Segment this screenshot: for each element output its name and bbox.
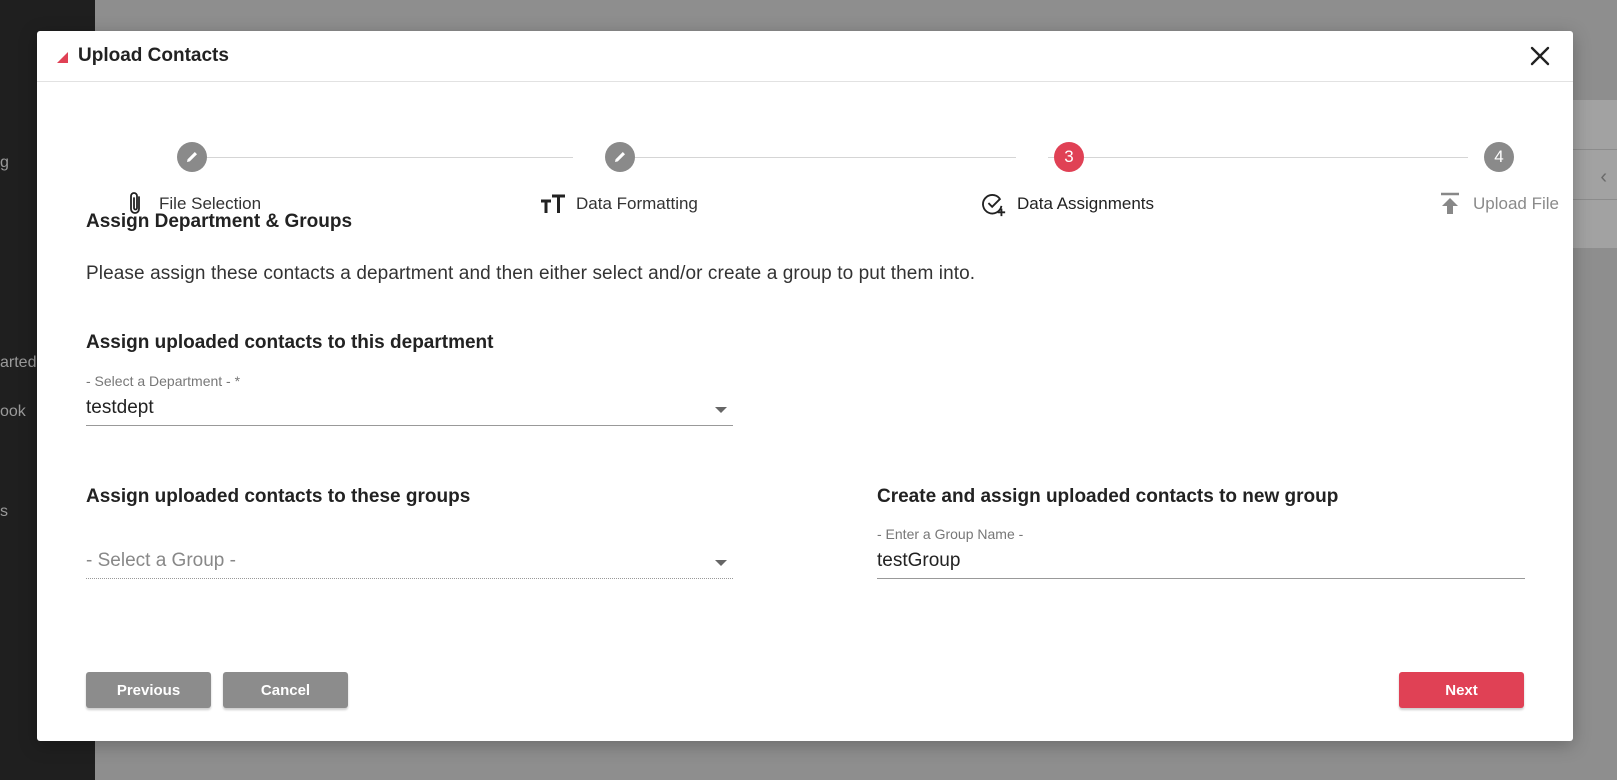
- group-name-label: - Enter a Group Name -: [877, 526, 1024, 542]
- step-marker-file-selection[interactable]: [177, 142, 207, 172]
- background-sidebar-text: s: [0, 503, 8, 520]
- section-heading: Assign Department & Groups: [86, 211, 353, 232]
- previous-button[interactable]: Previous: [86, 672, 211, 708]
- text-size-icon: [540, 191, 566, 217]
- background-sidebar-text: ook: [0, 403, 26, 420]
- step-label-text: Upload File: [1473, 194, 1559, 213]
- chevron-down-icon: [715, 560, 727, 566]
- step-connector: [178, 157, 573, 158]
- step-label-text: Data Formatting: [576, 194, 698, 213]
- step-marker-data-assignments[interactable]: 3: [1054, 142, 1084, 172]
- cancel-button[interactable]: Cancel: [223, 672, 348, 708]
- check-circle-plus-icon: [981, 191, 1007, 217]
- title-accent-icon: [57, 51, 68, 63]
- step-connector: [606, 157, 1016, 158]
- department-heading: Assign uploaded contacts to this departm…: [86, 332, 494, 353]
- next-button[interactable]: Next: [1399, 672, 1524, 708]
- group-select-placeholder: - Select a Group -: [86, 550, 236, 571]
- step-label-text: Data Assignments: [1017, 194, 1155, 213]
- background-sidebar-text: g: [0, 154, 9, 171]
- background-sidebar-text: arted: [0, 354, 37, 371]
- groups-heading: Assign uploaded contacts to these groups: [86, 486, 471, 507]
- upload-icon: [1437, 191, 1463, 217]
- department-select-value: testdept: [86, 397, 154, 418]
- step-connector: [1048, 157, 1468, 158]
- step-marker-data-formatting[interactable]: [605, 142, 635, 172]
- dialog-title: Upload Contacts: [78, 45, 229, 66]
- new-group-heading: Create and assign uploaded contacts to n…: [877, 486, 1339, 507]
- upload-contacts-dialog: Upload Contacts 3 4 File Selection Data …: [37, 31, 1573, 741]
- pencil-icon: [615, 152, 625, 162]
- stepper: 3 4 File Selection Data Formatting Data …: [85, 113, 1559, 217]
- step-data-formatting[interactable]: Data Formatting: [540, 191, 698, 217]
- step-marker-upload-file[interactable]: 4: [1484, 142, 1514, 172]
- close-icon[interactable]: [1527, 43, 1553, 69]
- dialog-header: Upload Contacts: [37, 31, 1573, 82]
- step-upload-file[interactable]: Upload File: [1437, 191, 1559, 217]
- description-text: Please assign these contacts a departmen…: [86, 263, 976, 284]
- pencil-icon: [187, 152, 197, 162]
- chevron-left-icon: ‹: [1600, 166, 1607, 188]
- chevron-down-icon: [715, 407, 727, 413]
- step-data-assignments[interactable]: Data Assignments: [981, 191, 1154, 217]
- group-name-value[interactable]: testGroup: [877, 550, 960, 572]
- department-select-label: - Select a Department - *: [86, 373, 241, 389]
